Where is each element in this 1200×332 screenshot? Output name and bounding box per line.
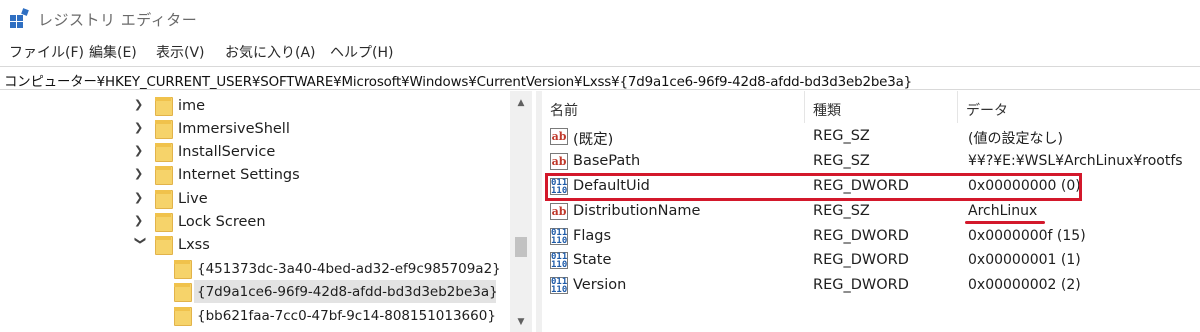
value-type: REG_DWORD: [813, 277, 909, 293]
value-row[interactable]: ab DistributionName REG_SZ ArchLinux: [542, 200, 1200, 225]
menu-favorites[interactable]: お気に入り(A): [225, 42, 316, 62]
folder-icon: [155, 143, 173, 162]
chevron-down-icon[interactable]: ❯: [133, 236, 147, 250]
chevron-right-icon[interactable]: ❯: [134, 214, 148, 228]
value-row[interactable]: ab BasePath REG_SZ ¥¥?¥E:¥WSL¥ArchLinux¥…: [542, 150, 1200, 175]
tree-item-label: ImmersiveShell: [178, 120, 290, 137]
title-bar: レジストリ エディター: [0, 0, 1200, 36]
value-type: REG_SZ: [813, 203, 870, 219]
value-type: REG_SZ: [813, 128, 870, 144]
tree-item-selected[interactable]: {7d9a1ce6-96f9-42d8-afdd-bd3d3eb2be3a}: [0, 280, 510, 303]
folder-icon: [155, 236, 173, 255]
scroll-up-arrow-icon[interactable]: ▲: [510, 93, 532, 113]
highlight-box-annotation: [545, 173, 1082, 201]
tree-item[interactable]: ❯ ime: [0, 94, 510, 117]
column-header-data[interactable]: データ: [958, 91, 1200, 123]
tree-item-label: ime: [178, 97, 206, 114]
value-name: BasePath: [573, 153, 641, 169]
menu-view[interactable]: 表示(V): [156, 42, 205, 62]
binary-value-icon: 011 110: [550, 252, 568, 270]
string-value-icon: ab: [550, 153, 568, 170]
value-list[interactable]: 名前 種類 データ ab (既定) REG_SZ (値の設定なし) ab Bas…: [542, 91, 1200, 332]
value-row[interactable]: ab (既定) REG_SZ (値の設定なし): [542, 125, 1200, 150]
value-data: 0x00000002 (2): [968, 277, 1081, 293]
value-row[interactable]: 011 110 Version REG_DWORD 0x00000002 (2): [542, 274, 1200, 299]
folder-icon: [155, 120, 173, 139]
address-path[interactable]: コンピューター¥HKEY_CURRENT_USER¥SOFTWARE¥Micro…: [4, 70, 912, 90]
underline-annotation: [965, 221, 1045, 224]
value-row[interactable]: 011 110 State REG_DWORD 0x00000001 (1): [542, 249, 1200, 274]
value-type: REG_DWORD: [813, 252, 909, 268]
string-value-icon: ab: [550, 203, 568, 220]
tree-item-label: Live: [178, 190, 208, 207]
value-name: Flags: [573, 228, 612, 244]
column-header-name[interactable]: 名前: [542, 91, 804, 123]
value-name: (既定): [573, 132, 614, 148]
chevron-right-icon[interactable]: ❯: [134, 144, 148, 158]
chevron-right-icon[interactable]: ❯: [134, 167, 148, 181]
tree-item[interactable]: ❯ ImmersiveShell: [0, 117, 510, 140]
tree-item-label: {7d9a1ce6-96f9-42d8-afdd-bd3d3eb2be3a}: [197, 283, 498, 300]
folder-icon: [174, 283, 192, 302]
folder-icon: [155, 190, 173, 209]
tree-item-label: {451373dc-3a40-4bed-ad32-ef9c985709a2}: [197, 260, 501, 277]
folder-icon: [174, 260, 192, 279]
tree-item[interactable]: ❯ Internet Settings: [0, 163, 510, 186]
tree-item-label: Lxss: [178, 236, 210, 253]
tree-item[interactable]: {451373dc-3a40-4bed-ad32-ef9c985709a2}: [0, 257, 510, 280]
address-bar[interactable]: コンピューター¥HKEY_CURRENT_USER¥SOFTWARE¥Micro…: [0, 66, 1200, 90]
tree-item-label: Internet Settings: [178, 166, 300, 183]
value-name: State: [573, 252, 612, 268]
tree-item-label: Lock Screen: [178, 213, 266, 230]
chevron-right-icon[interactable]: ❯: [134, 98, 148, 112]
folder-icon: [155, 166, 173, 185]
menu-edit[interactable]: 編集(E): [89, 42, 137, 62]
value-data: 0x00000001 (1): [968, 252, 1081, 268]
tree-item[interactable]: ❯ Lock Screen: [0, 210, 510, 233]
folder-icon: [155, 213, 173, 232]
column-header-type[interactable]: 種類: [805, 91, 957, 123]
tree-item[interactable]: ❯ InstallService: [0, 140, 510, 163]
scroll-down-arrow-icon[interactable]: ▼: [510, 312, 532, 332]
registry-editor-icon: [10, 8, 29, 28]
scroll-thumb[interactable]: [515, 237, 527, 257]
binary-value-icon: 011 110: [550, 228, 568, 246]
value-row[interactable]: 011 110 Flags REG_DWORD 0x0000000f (15): [542, 225, 1200, 250]
key-tree[interactable]: ❯ ime ❯ ImmersiveShell ❯ InstallService …: [0, 91, 536, 332]
value-data: (値の設定なし): [968, 131, 1063, 147]
string-value-icon: ab: [550, 128, 568, 145]
folder-icon: [174, 307, 192, 326]
menu-bar: ファイル(F) 編集(E) 表示(V) お気に入り(A) ヘルプ(H): [0, 40, 1200, 64]
tree-item[interactable]: ❯ Live: [0, 187, 510, 210]
value-data: ArchLinux: [968, 203, 1038, 219]
tree-item[interactable]: {bb621faa-7cc0-47bf-9c14-808151013660}: [0, 304, 510, 327]
value-type: REG_SZ: [813, 153, 870, 169]
tree-item-label: {bb621faa-7cc0-47bf-9c14-808151013660}: [197, 307, 496, 324]
value-data: ¥¥?¥E:¥WSL¥ArchLinux¥rootfs: [968, 153, 1183, 169]
value-data: 0x0000000f (15): [968, 228, 1086, 244]
tree-scrollbar[interactable]: ▲ ▼: [510, 91, 532, 332]
value-name: Version: [573, 277, 627, 293]
tree-item-label: InstallService: [178, 143, 276, 160]
value-type: REG_DWORD: [813, 228, 909, 244]
tree-item[interactable]: ❯ Lxss: [0, 233, 510, 256]
window-title: レジストリ エディター: [38, 11, 198, 29]
value-name: DistributionName: [573, 203, 701, 219]
chevron-right-icon[interactable]: ❯: [134, 121, 148, 135]
binary-value-icon: 011 110: [550, 277, 568, 295]
menu-help[interactable]: ヘルプ(H): [330, 42, 393, 62]
menu-file[interactable]: ファイル(F): [9, 42, 84, 62]
folder-icon: [155, 97, 173, 116]
chevron-right-icon[interactable]: ❯: [134, 191, 148, 205]
